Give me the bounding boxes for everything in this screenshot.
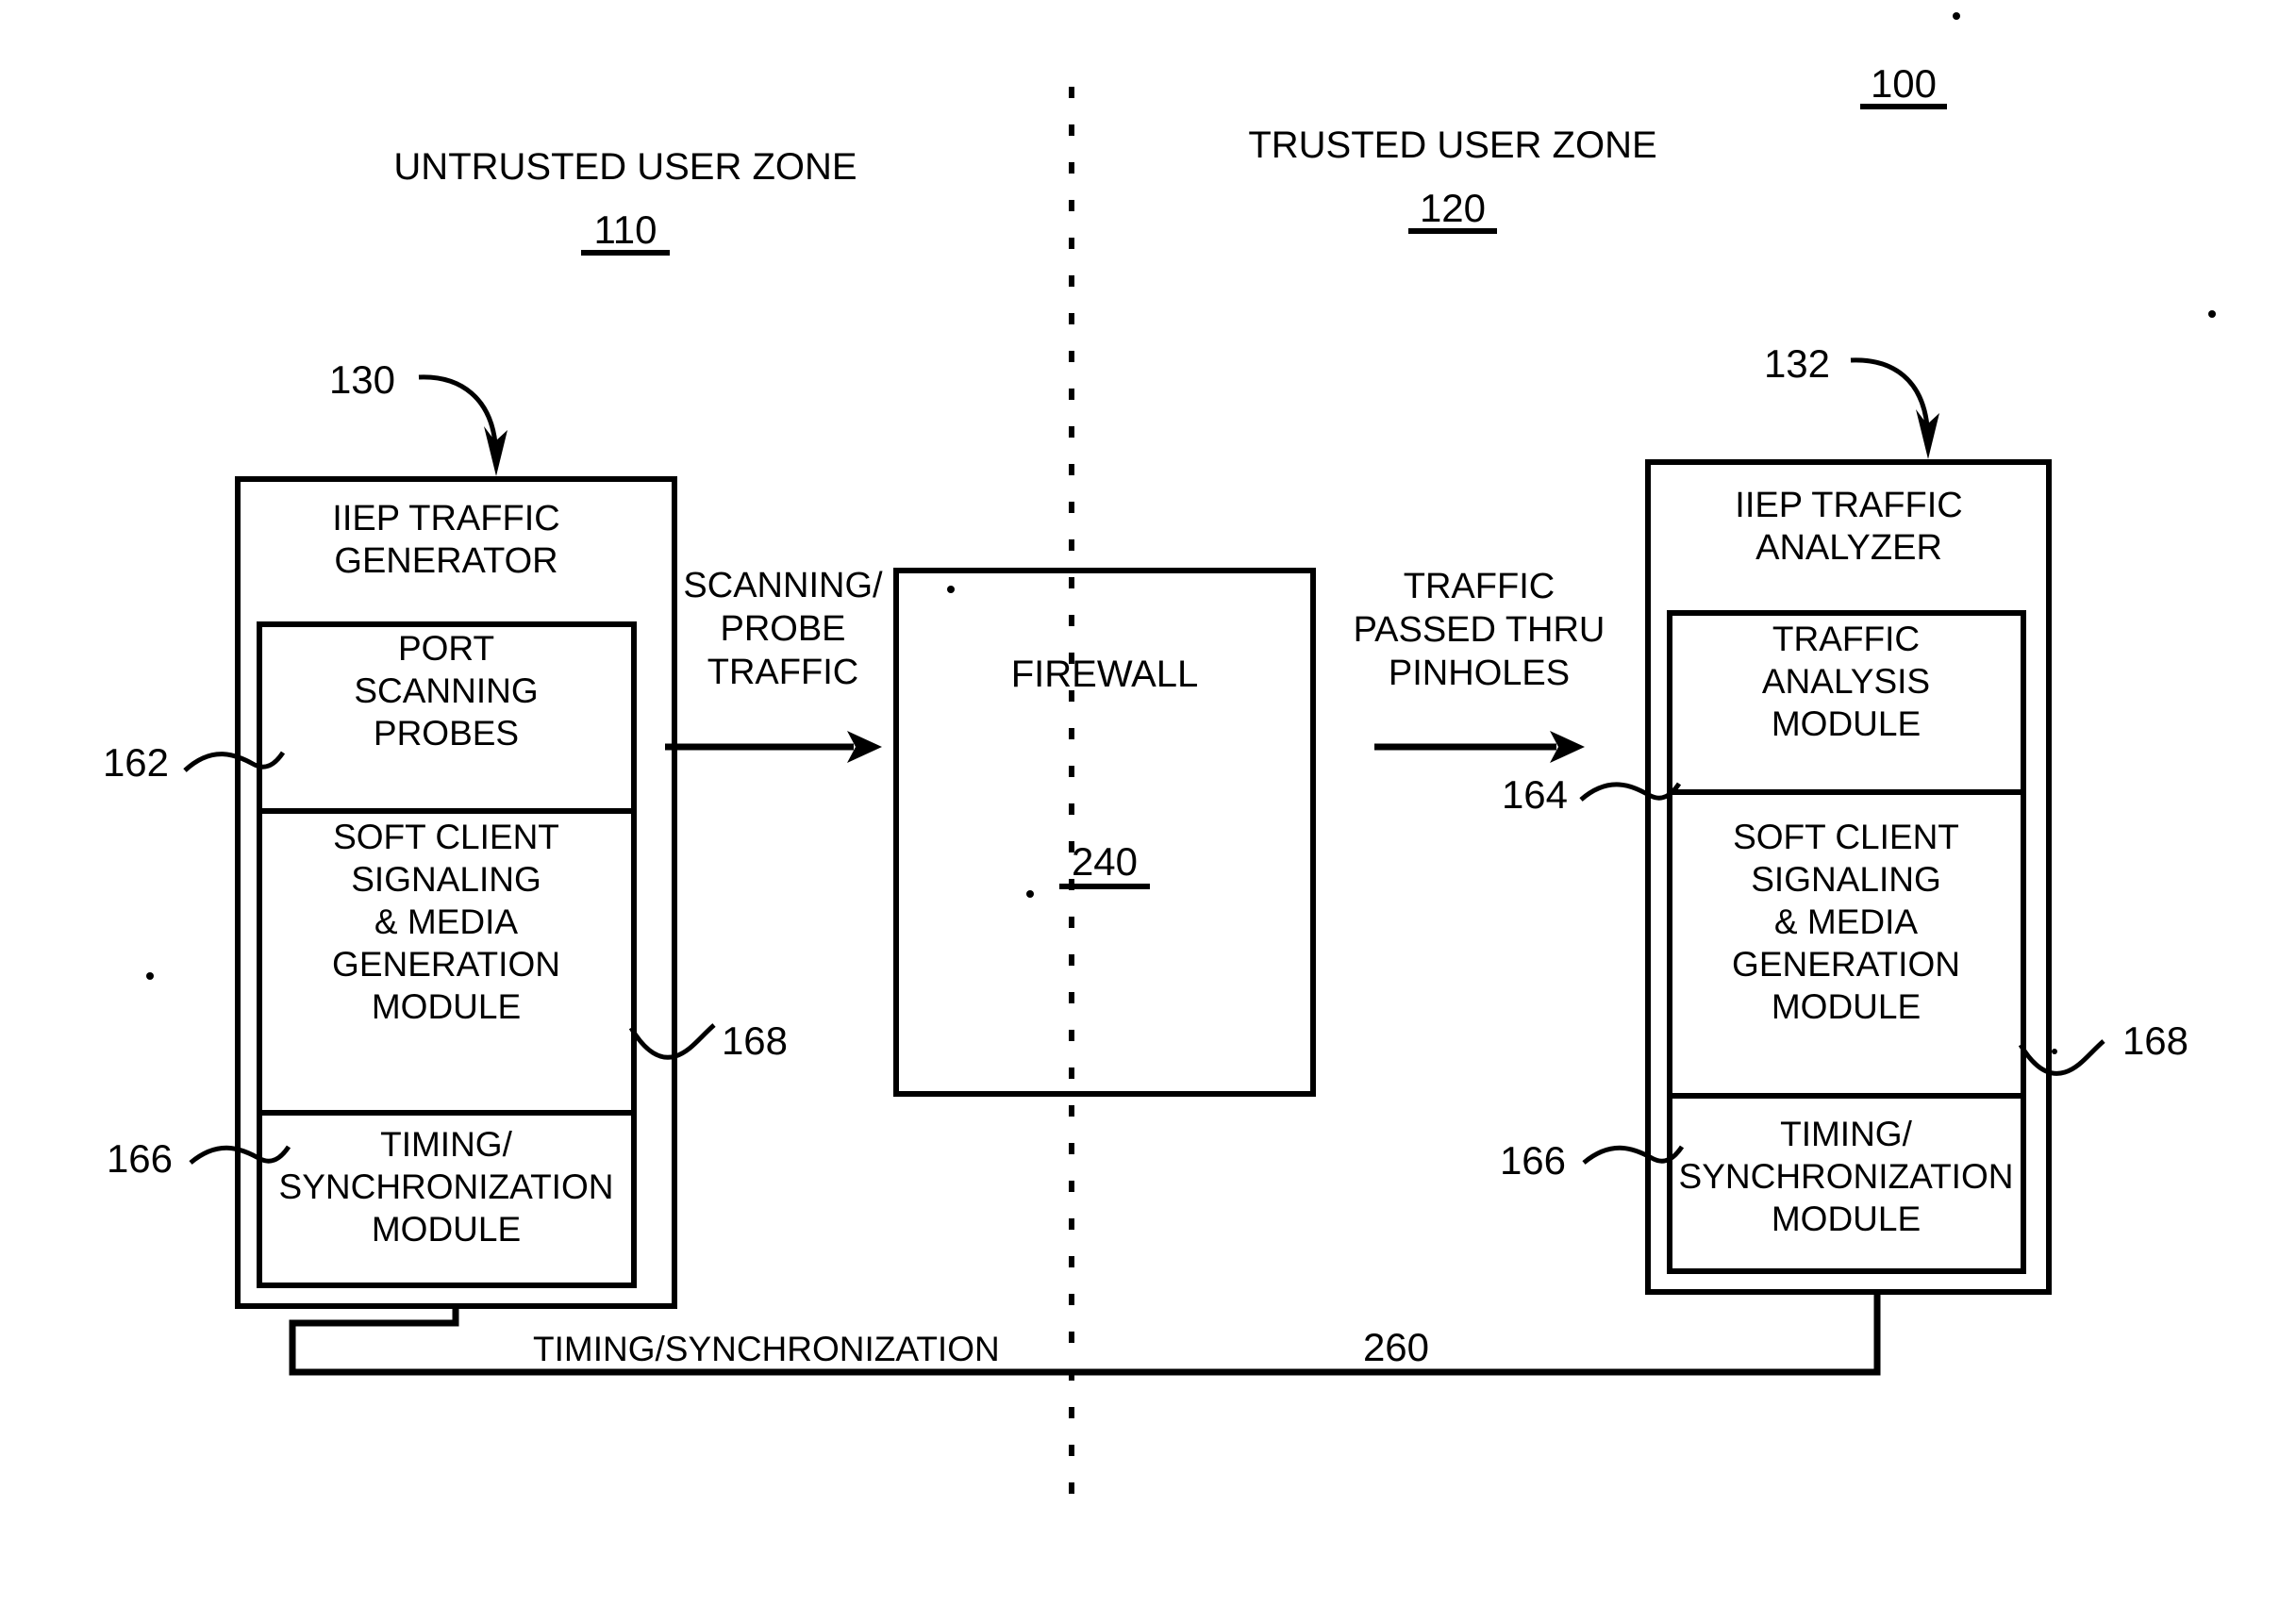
scan-speck xyxy=(1026,890,1034,898)
right-section-2-line-2: SIGNALING xyxy=(1751,860,1941,899)
left-section-1-line-3: PROBES xyxy=(374,714,519,753)
figure-canvas: 100 UNTRUSTED USER ZONE 110 TRUSTED USER… xyxy=(0,0,2296,1622)
untrusted-zone-number: 110 xyxy=(594,207,657,252)
timing-sync-link-number: 260 xyxy=(1363,1325,1429,1369)
left-section-2-line-5: MODULE xyxy=(372,987,521,1026)
right-section-2-line-5: MODULE xyxy=(1772,987,1921,1026)
right-ref-164-leader xyxy=(1579,782,1682,802)
firewall-label: FIREWALL xyxy=(1011,654,1199,695)
right-ref-168-label: 168 xyxy=(2122,1018,2188,1063)
left-module-callout-leader xyxy=(418,374,498,444)
left-section-1-line-2: SCANNING xyxy=(354,671,538,710)
left-ref-162-label: 162 xyxy=(103,740,169,785)
trusted-zone-number: 120 xyxy=(1420,186,1486,230)
firewall-box xyxy=(893,568,1316,1097)
right-module-callout-leader xyxy=(1850,357,1930,427)
left-ref-168-label: 168 xyxy=(722,1018,788,1063)
right-ref-168-leader xyxy=(2018,1039,2105,1076)
scan-speck xyxy=(146,972,154,980)
left-section-3-line-3: MODULE xyxy=(372,1210,521,1249)
left-ref-162-leader xyxy=(183,751,286,772)
right-section-1-line-1: TRAFFIC xyxy=(1772,620,1920,658)
left-section-1-line-1: PORT xyxy=(398,629,494,668)
right-section-3-line-2: SYNCHRONIZATION xyxy=(1679,1157,2014,1196)
left-section-2-line-1: SOFT CLIENT xyxy=(333,818,559,856)
scan-speck xyxy=(2208,310,2216,318)
firewall-number-label: 240 xyxy=(1072,839,1138,884)
right-section-3-line-1: TIMING/ xyxy=(1780,1115,1912,1153)
left-module-title-line-1: IIEP TRAFFIC xyxy=(332,499,559,538)
right-section-1-line-2: ANALYSIS xyxy=(1762,662,1930,701)
right-module-title-line-1: IIEP TRAFFIC xyxy=(1735,486,1962,525)
right-section-2-line-3: & MEDIA xyxy=(1774,902,1918,941)
right-ref-164-label: 164 xyxy=(1502,772,1568,817)
untrusted-zone-title: UNTRUSTED USER ZONE xyxy=(393,146,857,188)
right-module-title-line-2: ANALYZER xyxy=(1755,528,1942,568)
right-section-2-line-1: SOFT CLIENT xyxy=(1733,818,1959,856)
flow-1-label-line-1: SCANNING/ xyxy=(683,566,883,605)
left-module-callout-number: 130 xyxy=(329,357,395,402)
left-section-2-line-4: GENERATION xyxy=(332,945,560,984)
scan-speck xyxy=(2052,1049,2057,1054)
right-section-3-line-3: MODULE xyxy=(1772,1200,1921,1238)
left-ref-166-label: 166 xyxy=(107,1136,173,1181)
patent-diagram: 100 UNTRUSTED USER ZONE 110 TRUSTED USER… xyxy=(103,12,2216,1516)
right-ref-166-label: 166 xyxy=(1500,1138,1566,1183)
figure-number-label: 100 xyxy=(1871,61,1937,106)
right-section-1-line-3: MODULE xyxy=(1772,704,1921,743)
flow-2-label-line-1: TRAFFIC xyxy=(1404,567,1555,606)
right-module-callout-number: 132 xyxy=(1764,341,1830,386)
left-section-2-line-3: & MEDIA xyxy=(374,902,518,941)
trusted-zone-title: TRUSTED USER ZONE xyxy=(1248,124,1656,166)
left-section-3-line-1: TIMING/ xyxy=(380,1125,512,1164)
flow-1-label-line-2: PROBE xyxy=(720,609,845,649)
right-section-2-line-4: GENERATION xyxy=(1732,945,1960,984)
timing-sync-link-label: TIMING/SYNCHRONIZATION xyxy=(533,1330,1000,1368)
left-module-title-line-2: GENERATOR xyxy=(334,541,557,581)
left-section-3-line-2: SYNCHRONIZATION xyxy=(279,1167,614,1206)
flow-2-label-line-3: PINHOLES xyxy=(1389,654,1570,693)
scan-speck xyxy=(1953,12,1960,20)
scan-speck xyxy=(947,586,955,593)
flow-1-label-line-3: TRAFFIC xyxy=(707,653,858,692)
left-section-2-line-2: SIGNALING xyxy=(351,860,541,899)
flow-2-label-line-2: PASSED THRU xyxy=(1354,610,1606,650)
